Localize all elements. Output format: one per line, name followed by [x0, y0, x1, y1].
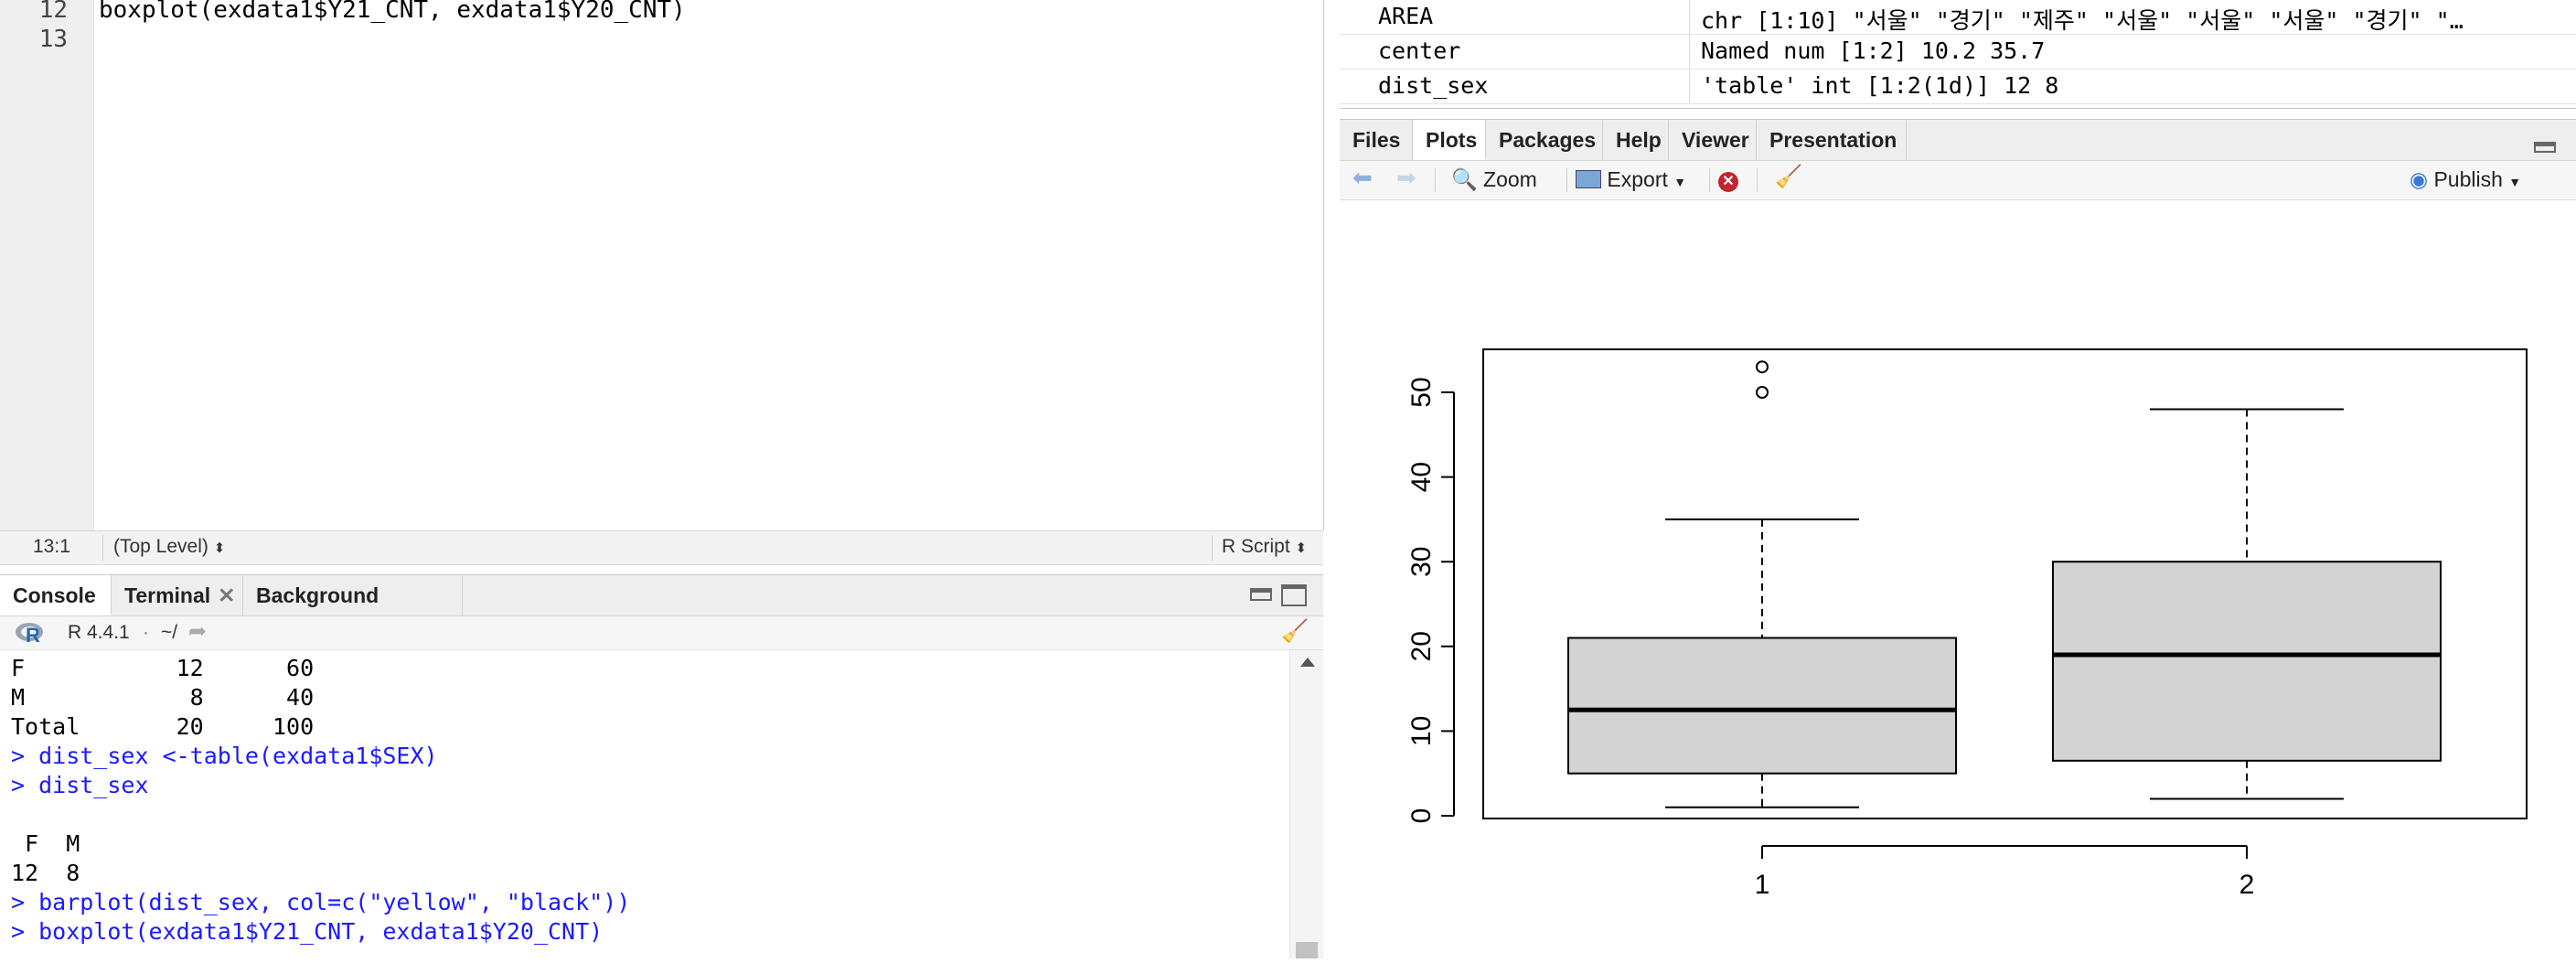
- files-plots-pane: Files Plots Packages Help Viewer Present…: [1340, 119, 2576, 958]
- box: [2052, 561, 2442, 762]
- console-output[interactable]: F 12 60 M 8 40 Total 20 100 > dist_sex <-ta…: [11, 654, 630, 947]
- outlier-point: [1756, 386, 1769, 399]
- dropdown-arrow-icon: ▼: [2508, 175, 2522, 189]
- back-arrow-icon[interactable]: ⬅: [1352, 164, 1373, 192]
- tab-files[interactable]: Files: [1340, 120, 1413, 160]
- remove-plot-button[interactable]: ✕: [1718, 166, 1738, 192]
- tab-packages[interactable]: Packages: [1486, 120, 1603, 160]
- scope-selector[interactable]: (Top Level) ⬍: [113, 536, 225, 558]
- source-editor[interactable]: 12 13 boxplot(exdata1$Y21_CNT, exdata1$Y…: [0, 0, 1324, 530]
- environment-table: AREA chr [1:10] "서울" "경기" "제주" "서울" "서울" …: [1340, 0, 2576, 109]
- console-output-line: F M: [11, 830, 80, 857]
- boxplot-chart: 0 10 20 30 40 50 1 2: [1406, 348, 2528, 900]
- console-tab-bar: Console Terminal✕ Background Jobs✕: [0, 575, 1323, 647]
- y-tick-label: 50: [1406, 377, 1437, 407]
- file-type-selector[interactable]: R Script ⬍: [1222, 536, 1307, 558]
- updown-icon: ⬍: [213, 540, 226, 556]
- y-tick-label: 40: [1406, 462, 1437, 492]
- y-tick-label: 20: [1406, 631, 1437, 661]
- scroll-thumb[interactable]: [1296, 942, 1318, 958]
- console-command-line: > dist_sex: [11, 772, 149, 798]
- publish-icon: ◉: [2410, 167, 2429, 191]
- clear-console-icon[interactable]: 🧹: [1281, 618, 1309, 645]
- close-icon[interactable]: ✕: [218, 583, 235, 607]
- variable-name: dist_sex: [1378, 72, 1489, 99]
- console-pane: Console Terminal✕ Background Jobs✕ R R 4…: [0, 574, 1323, 958]
- console-scrollbar[interactable]: [1289, 650, 1323, 958]
- publish-button[interactable]: ◉ Publish ▼: [2410, 167, 2521, 192]
- console-output-line: M 8 40: [11, 684, 315, 711]
- tab-viewer[interactable]: Viewer: [1669, 120, 1757, 160]
- plot-viewer: 0 10 20 30 40 50 1 2: [1340, 200, 2576, 958]
- variable-name: center: [1378, 37, 1461, 64]
- variable-name: AREA: [1378, 3, 1434, 29]
- console-command-line: > dist_sex <-table(exdata1$SEX): [11, 743, 438, 769]
- tab-presentation[interactable]: Presentation: [1757, 120, 1907, 160]
- environment-row[interactable]: dist_sex 'table' int [1:2(1d)] 12 8: [1340, 70, 2576, 104]
- x-tick-label: 2: [2239, 870, 2255, 900]
- scroll-up-icon[interactable]: [1300, 658, 1315, 667]
- svg-text:R: R: [26, 624, 40, 645]
- y-tick-label: 0: [1406, 808, 1437, 824]
- y-tick-label: 10: [1406, 716, 1437, 746]
- working-directory[interactable]: ~/: [161, 622, 177, 644]
- r-version: R 4.4.1: [68, 622, 130, 643]
- updown-icon: ⬍: [1295, 540, 1308, 556]
- tab-terminal[interactable]: Terminal ✕: [112, 575, 243, 615]
- console-info-bar: R R 4.4.1 · ~/ ➦ 🧹: [0, 616, 1323, 650]
- plots-tab-bar: Files Plots Packages Help Viewer Present…: [1340, 120, 2576, 161]
- remove-icon: ✕: [1718, 172, 1738, 192]
- plots-toolbar: ⬅ ➡ 🔍 Zoom Export ▼ ✕ 🧹 ◉ Publish ▼: [1340, 161, 2576, 200]
- editor-status-bar: 13:1 (Top Level) ⬍ R Script ⬍: [0, 530, 1323, 565]
- tab-help[interactable]: Help: [1603, 120, 1669, 160]
- dropdown-arrow-icon: ▼: [1673, 175, 1687, 189]
- maximize-icon[interactable]: [1281, 584, 1307, 606]
- line-number: 12: [38, 0, 68, 24]
- console-command-line: > boxplot(exdata1$Y21_CNT, exdata1$Y20_C…: [11, 918, 604, 945]
- variable-value: chr [1:10] "서울" "경기" "제주" "서울" "서울" "서울"…: [1701, 7, 2464, 34]
- tab-console[interactable]: Console: [0, 575, 112, 615]
- magnifier-icon: 🔍: [1451, 167, 1478, 191]
- cursor-position: 13:1: [33, 536, 70, 557]
- console-output-line: 12 8: [11, 860, 80, 886]
- code-line-12[interactable]: boxplot(exdata1$Y21_CNT, exdata1$Y20_CNT…: [99, 0, 686, 24]
- console-output-line: F 12 60: [11, 655, 315, 681]
- variable-value: Named num [1:2] 10.2 35.7: [1701, 37, 2046, 64]
- environment-row[interactable]: center Named num [1:2] 10.2 35.7: [1340, 35, 2576, 70]
- console-output-line: Total 20 100: [11, 713, 315, 740]
- tab-plots[interactable]: Plots: [1413, 120, 1486, 160]
- line-number: 13: [38, 26, 68, 53]
- variable-value: 'table' int [1:2(1d)] 12 8: [1701, 72, 2059, 99]
- minimize-icon[interactable]: [1250, 588, 1272, 601]
- environment-row[interactable]: AREA chr [1:10] "서울" "경기" "제주" "서울" "서울" …: [1340, 0, 2576, 35]
- zoom-button[interactable]: 🔍 Zoom: [1451, 167, 1537, 192]
- export-image-icon: [1576, 170, 1601, 188]
- r-logo-icon: R: [16, 623, 43, 645]
- x-tick-label: 1: [1755, 870, 1770, 900]
- console-command-line: > barplot(dist_sex, col=c("yellow", "bla…: [11, 889, 631, 915]
- outlier-point: [1756, 360, 1769, 374]
- go-to-directory-icon[interactable]: ➦: [188, 618, 207, 645]
- broom-icon: 🧹: [1775, 165, 1802, 189]
- export-button[interactable]: Export ▼: [1576, 167, 1686, 192]
- line-number-gutter: 12 13: [0, 0, 94, 530]
- tab-background-jobs[interactable]: Background Jobs✕: [243, 575, 463, 647]
- y-tick-label: 30: [1406, 547, 1437, 577]
- forward-arrow-icon[interactable]: ➡: [1396, 164, 1416, 192]
- minimize-icon[interactable]: [2534, 142, 2556, 153]
- clear-plots-button[interactable]: 🧹: [1775, 164, 1802, 190]
- box: [1567, 637, 1957, 775]
